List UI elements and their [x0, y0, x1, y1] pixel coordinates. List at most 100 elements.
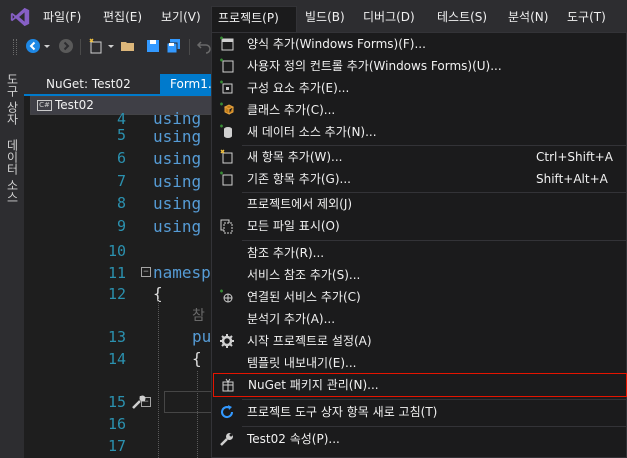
menu-item-refresh-toolbox[interactable]: 프로젝트 도구 상자 항목 새로 고침(T) [213, 401, 627, 423]
menu-item-add-windows-form[interactable]: 양식 추가(Windows Forms)(F)... [213, 33, 627, 55]
menu-separator [242, 399, 626, 400]
line-number: 8 [116, 194, 126, 212]
back-icon[interactable] [25, 38, 41, 54]
menu-item-set-as-startup[interactable]: 시작 프로젝트로 설정(A) [213, 330, 627, 352]
menu-item-add-analyzer[interactable]: 분석기 추가(A)... [213, 308, 627, 330]
menu-item-add-service-reference[interactable]: 서비스 참조 추가(S)... [213, 264, 627, 286]
menu-item-add-connected-service[interactable]: 연결된 서비스 추가(C) [213, 286, 627, 308]
line-number: 5 [116, 126, 126, 144]
forward-icon[interactable] [58, 38, 74, 54]
menu-separator [242, 240, 626, 241]
back-dropdown-icon[interactable] [43, 38, 51, 54]
new-project-icon[interactable] [88, 38, 104, 54]
menu-item-label: 새 항목 추가(W)... [247, 150, 343, 164]
code-keyword-namespace: namesp [153, 263, 211, 282]
refresh-icon [221, 405, 234, 419]
undo-icon[interactable] [196, 38, 212, 54]
save-icon[interactable] [145, 38, 161, 54]
line-number: 13 [107, 328, 126, 346]
menu-file[interactable]: 파일(F) [37, 6, 87, 28]
menu-item-project-properties[interactable]: Test02 속성(P)... [213, 428, 627, 450]
menu-bar: 파일(F) 편집(E) 보기(V) 프로젝트(P) 빌드(B) 디버그(D) 테… [0, 0, 627, 33]
menu-item-add-user-control[interactable]: 사용자 정의 컨트롤 추가(Windows Forms)(U)... [213, 55, 627, 77]
menu-separator [242, 426, 626, 427]
menu-item-shortcut: Ctrl+Shift+A [536, 150, 613, 164]
menu-item-shortcut: Shift+Alt+A [536, 172, 608, 186]
component-icon [220, 80, 233, 94]
project-menu-dropdown: 양식 추가(Windows Forms)(F)... 사용자 정의 컨트롤 추가… [211, 32, 627, 458]
menu-item-label: 프로젝트에서 제외(J) [247, 197, 353, 211]
menu-debug[interactable]: 디버그(D) [357, 6, 421, 28]
menu-item-label: 모든 파일 표시(O) [247, 219, 340, 233]
quick-action-wrench-icon[interactable] [130, 393, 148, 411]
line-number: 10 [107, 242, 126, 260]
new-dropdown-icon[interactable] [107, 38, 115, 54]
line-number: 15 [107, 393, 126, 411]
line-number: 14 [107, 350, 126, 368]
code-keyword-using: using [153, 149, 202, 168]
menu-item-export-template[interactable]: 템플릿 내보내기(E)... [213, 352, 627, 374]
class-icon [220, 102, 235, 115]
menu-item-label: 사용자 정의 컨트롤 추가(Windows Forms)(U)... [247, 59, 502, 73]
menu-view[interactable]: 보기(V) [155, 6, 207, 28]
wrench-icon [220, 433, 233, 446]
fold-toggle[interactable]: − [141, 267, 151, 277]
open-folder-icon[interactable] [120, 38, 136, 54]
indent-guide [158, 299, 159, 458]
code-keyword-using: using [153, 127, 202, 146]
tab-nuget-test02[interactable]: NuGet: Test02 [36, 74, 141, 94]
menu-tools[interactable]: 도구(T) [561, 6, 612, 28]
user-control-icon [220, 58, 234, 73]
code-keyword-using: using [153, 194, 202, 213]
menu-item-label: 새 데이터 소스 추가(N)... [247, 125, 377, 139]
line-number: 11 [107, 264, 126, 282]
menu-item-label: 시작 프로젝트로 설정(A) [247, 334, 372, 348]
menu-item-label: NuGet 패키지 관리(N)... [248, 378, 379, 392]
existing-item-icon [220, 171, 233, 186]
menu-item-add-data-source[interactable]: 새 데이터 소스 추가(N)... [213, 121, 627, 143]
indent-guide [197, 371, 198, 458]
menu-item-label: 연결된 서비스 추가(C) [247, 290, 361, 304]
line-number: 7 [116, 172, 126, 190]
menu-item-add-reference[interactable]: 참조 추가(R)... [213, 242, 627, 264]
menu-item-label: 클래스 추가(C)... [247, 103, 336, 117]
save-all-icon[interactable] [166, 38, 182, 54]
code-keyword-using: using [153, 172, 202, 191]
code-brace: { [192, 349, 202, 368]
menu-build[interactable]: 빌드(B) [299, 6, 351, 28]
menu-item-show-all-files[interactable]: 모든 파일 표시(O) [213, 215, 627, 237]
line-number: 17 [107, 437, 126, 455]
visual-studio-logo-icon[interactable] [8, 6, 32, 28]
menu-item-add-component[interactable]: 구성 요소 추가(E)... [213, 77, 627, 99]
code-keyword-public: pu [192, 327, 212, 346]
toolbox-tab[interactable]: 도구 상자 [3, 73, 21, 125]
menu-item-label: 구성 요소 추가(E)... [247, 81, 350, 95]
menu-item-add-existing-item[interactable]: 기존 항목 추가(G)... Shift+Alt+A [213, 168, 627, 190]
left-tool-strip: 도구 상자 데이터 소스 [0, 61, 24, 458]
connected-service-icon [220, 289, 233, 303]
toolbar-grip[interactable] [13, 39, 17, 55]
menu-project[interactable]: 프로젝트(P) [211, 6, 297, 33]
data-sources-tab[interactable]: 데이터 소스 [3, 139, 21, 203]
menu-analyze[interactable]: 분석(N) [502, 6, 554, 28]
data-source-icon [220, 124, 232, 138]
menu-item-exclude-from-project[interactable]: 프로젝트에서 제외(J) [213, 193, 627, 215]
menu-item-label: 템플릿 내보내기(E)... [247, 356, 357, 370]
windows-form-icon [220, 36, 234, 51]
csharp-project-icon: C# [37, 100, 52, 111]
menu-item-label: 분석기 추가(A)... [247, 312, 336, 326]
code-lens-references[interactable]: 참 [192, 305, 205, 327]
line-number: 16 [107, 415, 126, 433]
show-all-files-icon [220, 219, 233, 234]
menu-item-label: Test02 속성(P)... [247, 432, 340, 446]
toolbar-separator [189, 39, 190, 55]
gear-icon [220, 334, 234, 348]
menu-edit[interactable]: 편집(E) [97, 6, 148, 28]
menu-item-label: 참조 추가(R)... [247, 246, 325, 260]
menu-item-add-new-item[interactable]: 새 항목 추가(W)... Ctrl+Shift+A [213, 146, 627, 168]
menu-test[interactable]: 테스트(S) [431, 6, 493, 28]
menu-item-manage-nuget-packages[interactable]: NuGet 패키지 관리(N)... [213, 373, 627, 397]
toolbar-separator [80, 39, 81, 55]
code-keyword-using: using [153, 217, 202, 236]
menu-item-add-class[interactable]: 클래스 추가(C)... [213, 99, 627, 121]
